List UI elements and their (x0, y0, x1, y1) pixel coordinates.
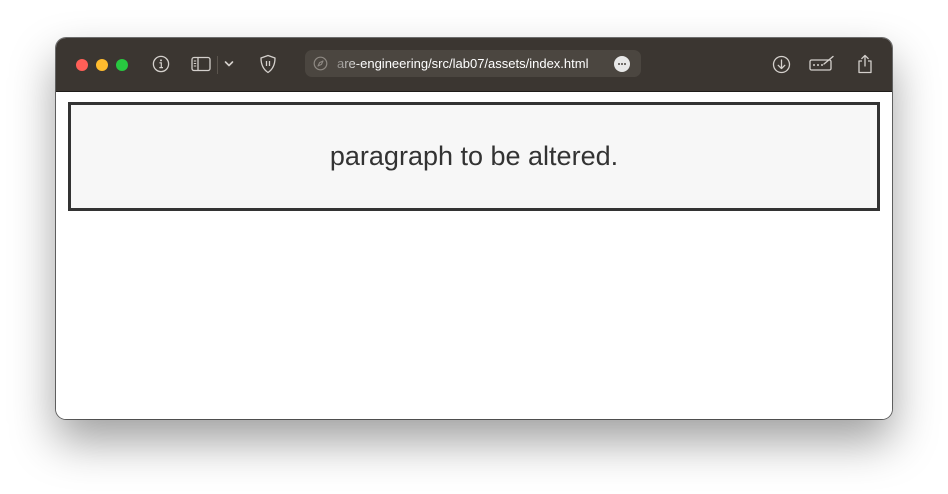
address-url-text[interactable]: are-engineering/src/lab07/assets/index.h… (337, 50, 607, 77)
extension-icon[interactable] (809, 51, 835, 77)
sidebar-icon[interactable] (190, 51, 212, 77)
download-icon[interactable] (771, 51, 791, 77)
toolbar-separator (217, 56, 218, 74)
browser-window: are-engineering/src/lab07/assets/index.h… (56, 38, 892, 419)
compass-icon (313, 56, 328, 76)
maximize-window-button[interactable] (116, 59, 128, 71)
address-bar[interactable]: are-engineering/src/lab07/assets/index.h… (305, 50, 641, 77)
page-content: paragraph to be altered. (56, 92, 892, 419)
chevron-down-icon[interactable] (222, 51, 236, 77)
paragraph-box: paragraph to be altered. (68, 102, 880, 211)
paragraph-text: paragraph to be altered. (329, 141, 619, 171)
close-window-button[interactable] (76, 59, 88, 71)
shield-icon[interactable] (258, 51, 278, 77)
browser-toolbar: are-engineering/src/lab07/assets/index.h… (56, 38, 892, 92)
share-icon[interactable] (856, 51, 874, 77)
more-icon[interactable] (614, 56, 630, 72)
info-icon[interactable] (151, 51, 171, 77)
minimize-window-button[interactable] (96, 59, 108, 71)
